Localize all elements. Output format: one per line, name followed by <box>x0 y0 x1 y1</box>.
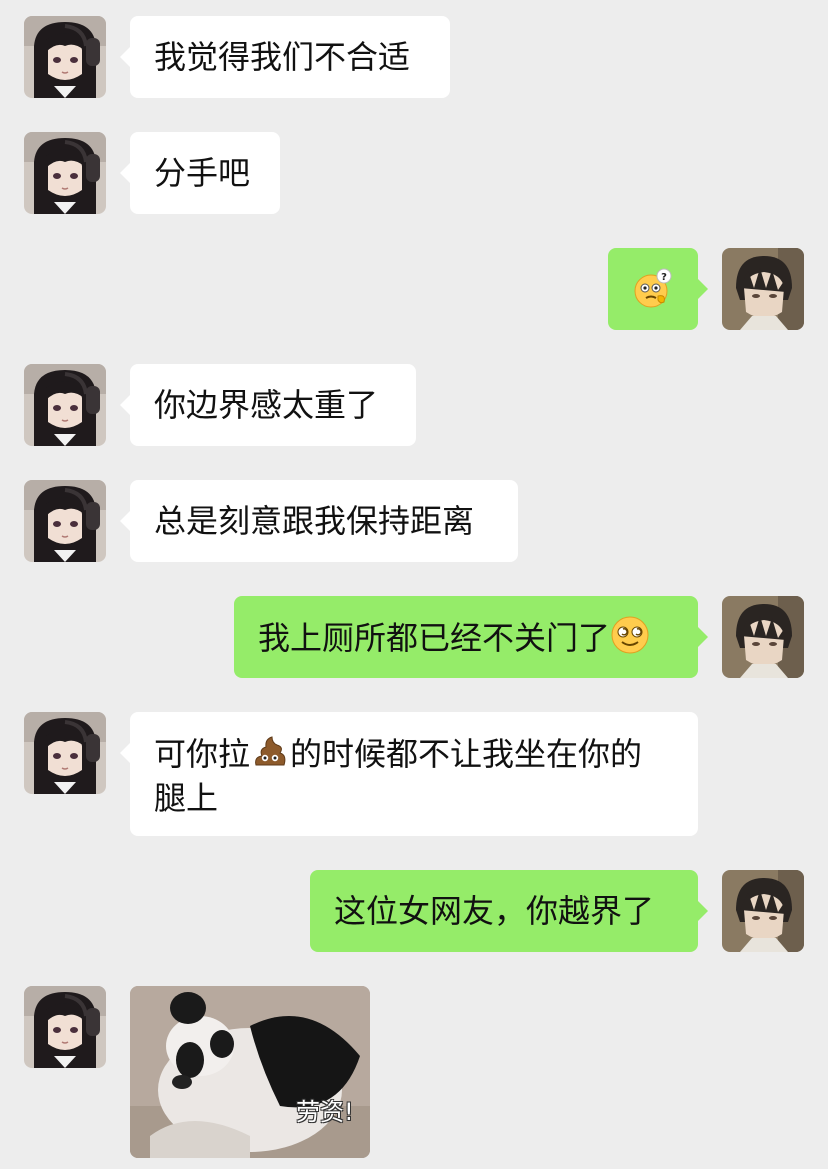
message-text: 我上厕所都已经不关门了 <box>258 615 674 660</box>
boy-dark-hair-avatar[interactable] <box>722 248 804 330</box>
message-bubble-received[interactable]: 可你拉 的时候都不让我坐在你的 腿上 <box>120 712 698 836</box>
confused-face-question-emoji: ? <box>632 268 674 310</box>
svg-text:?: ? <box>661 272 667 283</box>
message-bubble-received[interactable]: 你边界感太重了 <box>120 364 416 446</box>
poop-emoji <box>250 731 290 771</box>
message-bubble-sent[interactable]: ? <box>608 248 708 330</box>
message-bubble-received[interactable]: 分手吧 <box>120 132 280 214</box>
dizzy-smiling-face-emoji <box>610 615 650 655</box>
message-text-part: 可你拉 <box>154 735 251 773</box>
chat-area: 我觉得我们不合适 分手吧 ? 你边界感太重了 总是刻意跟我保持距离 我上厕所都已… <box>0 0 828 1169</box>
message-text: 总是刻意跟我保持距离 <box>154 502 475 540</box>
message-text-part: 我上厕所都已经不关门了 <box>258 619 611 657</box>
girl-headphones-avatar[interactable] <box>24 132 106 214</box>
girl-headphones-avatar[interactable] <box>24 16 106 98</box>
boy-dark-hair-avatar[interactable] <box>722 596 804 678</box>
panda-sticker[interactable]: 劳资! <box>130 986 370 1158</box>
girl-headphones-avatar[interactable] <box>24 986 106 1068</box>
message-bubble-received[interactable]: 总是刻意跟我保持距离 <box>120 480 518 562</box>
boy-dark-hair-avatar[interactable] <box>722 870 804 952</box>
message-text: 这位女网友，你越界了 <box>334 892 655 930</box>
message-text: 你边界感太重了 <box>154 386 379 424</box>
girl-headphones-avatar[interactable] <box>24 480 106 562</box>
message-bubble-sent[interactable]: 我上厕所都已经不关门了 <box>234 596 708 678</box>
girl-headphones-avatar[interactable] <box>24 712 106 794</box>
message-bubble-received[interactable]: 我觉得我们不合适 <box>120 16 450 98</box>
message-text: 分手吧 <box>154 154 251 192</box>
girl-headphones-avatar[interactable] <box>24 364 106 446</box>
message-text: 我觉得我们不合适 <box>154 38 411 76</box>
message-bubble-sent[interactable]: 这位女网友，你越界了 <box>310 870 708 952</box>
message-text: 可你拉 的时候都不让我坐在你的 腿上 <box>154 731 674 820</box>
sticker-caption: 劳资! <box>296 1098 354 1126</box>
